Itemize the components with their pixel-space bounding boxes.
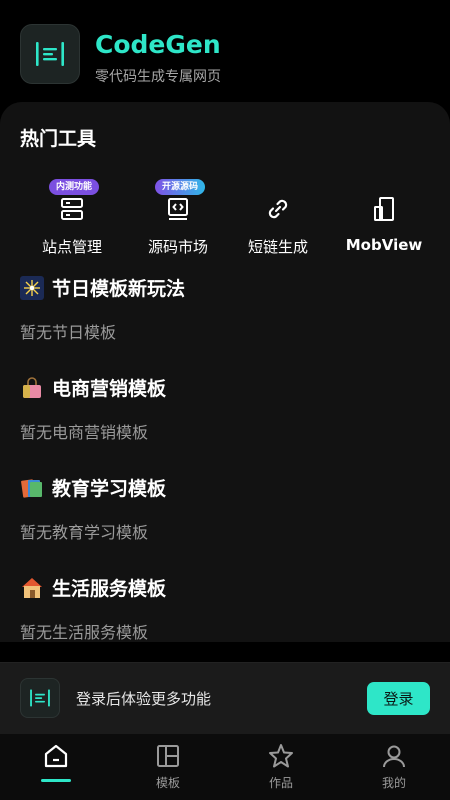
nav-mine[interactable]: 我的 <box>338 734 450 800</box>
category-title-text: 电商营销模板 <box>52 378 167 400</box>
nav-works[interactable]: 作品 <box>225 734 337 800</box>
category-title-text: 节日模板新玩法 <box>52 278 186 300</box>
category-empty-text: 暂无教育学习模板 <box>20 523 149 542</box>
category-education: 教育学习模板 暂无教育学习模板 <box>20 474 166 543</box>
hot-tools-title: 热门工具 <box>20 128 97 150</box>
tool-mobview[interactable]: MobView <box>334 182 434 262</box>
category-ecommerce: 电商营销模板 暂无电商营销模板 <box>20 374 166 443</box>
server-icon <box>57 194 87 224</box>
open-source-badge: 开源源码 <box>155 179 206 195</box>
tool-label: 短链生成 <box>247 238 308 256</box>
login-prompt-text: 登录后体验更多功能 <box>76 690 212 708</box>
category-title: 教育学习模板 <box>20 474 166 501</box>
nav-home[interactable] <box>0 734 112 800</box>
login-prompt-bar: 登录后体验更多功能 登录 <box>0 662 450 734</box>
app-logo <box>20 24 80 84</box>
tool-site-management[interactable]: 内测功能 站点管理 <box>22 179 122 262</box>
category-empty-text: 暂无电商营销模板 <box>20 423 149 442</box>
nav-templates[interactable]: 模板 <box>112 734 224 800</box>
active-tab-indicator <box>41 779 71 782</box>
tool-short-link[interactable]: 短链生成 <box>228 182 328 262</box>
category-title: 电商营销模板 <box>20 374 166 401</box>
app-subtitle: 零代码生成专属网页 <box>95 69 221 85</box>
home-icon <box>42 742 70 770</box>
nav-label: 作品 <box>268 776 293 790</box>
category-title: 节日模板新玩法 <box>20 274 185 301</box>
category-title: 生活服务模板 <box>20 574 166 601</box>
bottom-navigation: 模板 作品 我的 <box>0 734 450 800</box>
app-title: CodeGen <box>95 30 221 59</box>
login-button[interactable]: 登录 <box>367 682 430 715</box>
tool-source-market[interactable]: 开源源码 源码市场 <box>128 179 228 262</box>
tool-label: MobView <box>345 236 423 254</box>
mobile-view-icon <box>369 194 399 224</box>
nav-label: 模板 <box>155 776 180 790</box>
beta-badge: 内测功能 <box>49 179 100 195</box>
category-title-text: 生活服务模板 <box>52 578 167 600</box>
document-lines-icon <box>36 42 64 66</box>
category-festival: 节日模板新玩法 暂无节日模板 <box>20 274 185 343</box>
books-icon <box>20 476 44 500</box>
template-icon <box>154 742 182 770</box>
app-header: CodeGen 零代码生成专属网页 <box>0 0 450 104</box>
tool-label: 源码市场 <box>147 238 208 256</box>
user-icon <box>380 742 408 770</box>
main-content: 热门工具 内测功能 站点管理 开源源码 源码市场 短链生成 MobView 节日… <box>0 102 450 642</box>
category-empty-text: 暂无生活服务模板 <box>20 623 149 642</box>
house-icon <box>20 576 44 600</box>
category-life-service: 生活服务模板 暂无生活服务模板 <box>20 574 166 642</box>
hot-tools-grid: 内测功能 站点管理 开源源码 源码市场 短链生成 MobView <box>0 179 450 272</box>
star-icon <box>267 742 295 770</box>
link-icon <box>263 194 293 224</box>
code-window-icon <box>163 194 193 224</box>
shopping-bag-icon <box>20 376 44 400</box>
fireworks-icon <box>20 275 44 300</box>
nav-label: 我的 <box>381 776 406 790</box>
document-lines-icon <box>30 689 50 707</box>
tool-label: 站点管理 <box>41 238 102 256</box>
category-empty-text: 暂无节日模板 <box>20 323 117 342</box>
login-logo <box>20 678 60 718</box>
category-title-text: 教育学习模板 <box>52 478 167 500</box>
